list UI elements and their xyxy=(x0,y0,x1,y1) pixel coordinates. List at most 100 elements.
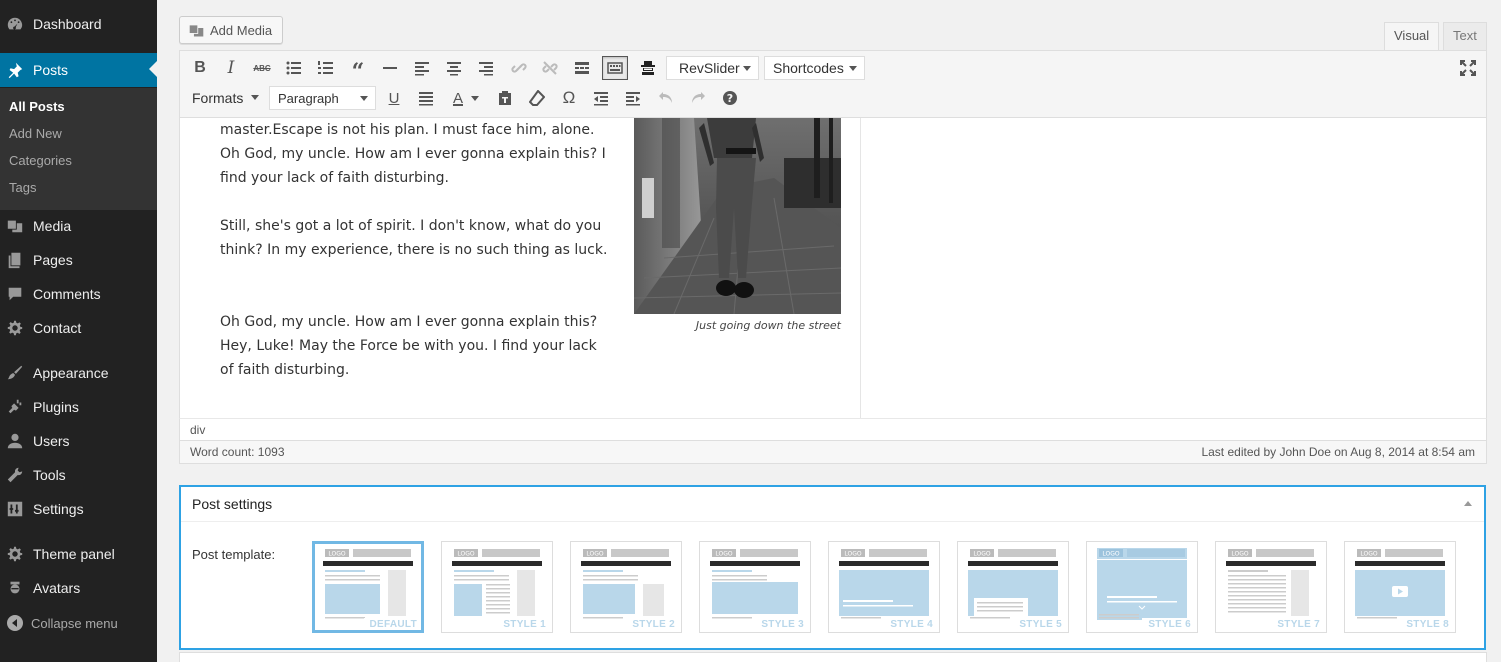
indent-icon[interactable] xyxy=(621,86,645,110)
menu-avatars[interactable]: Avatars xyxy=(0,572,157,604)
paragraph-label: Paragraph xyxy=(278,90,339,106)
submenu-tags[interactable]: Tags xyxy=(9,180,36,195)
spy-icon[interactable] xyxy=(636,56,660,80)
svg-text:LOGO: LOGO xyxy=(973,551,991,558)
revslider-dropdown[interactable]: RevSlider xyxy=(666,56,759,80)
menu-appearance[interactable]: Appearance xyxy=(0,357,157,389)
bold-icon[interactable]: B xyxy=(188,56,212,80)
menu-posts[interactable]: Posts xyxy=(0,53,157,87)
svg-text:LOGO: LOGO xyxy=(586,551,604,558)
chevron-down-icon xyxy=(360,96,368,101)
bullet-list-icon[interactable] xyxy=(282,56,306,80)
post-settings-header[interactable]: Post settings xyxy=(181,487,1484,522)
collapse-arrow-icon xyxy=(7,615,23,631)
gear-icon xyxy=(6,319,24,337)
template-thumbnail: LOGO xyxy=(710,548,800,620)
menu-pages[interactable]: Pages xyxy=(0,244,157,276)
post-template-style-3[interactable]: LOGO STYLE 3 xyxy=(699,541,811,633)
menu-media-label: Media xyxy=(33,218,72,234)
collapse-up-icon[interactable] xyxy=(1464,501,1472,506)
link-icon[interactable] xyxy=(507,56,531,80)
menu-dashboard-label: Dashboard xyxy=(33,16,102,32)
read-more-icon[interactable] xyxy=(570,56,594,80)
template-thumbnail: LOGO xyxy=(581,548,671,620)
svg-text:LOGO: LOGO xyxy=(715,551,733,558)
avatar-icon xyxy=(6,579,24,597)
numbered-list-icon[interactable] xyxy=(314,56,338,80)
menu-plugins[interactable]: Plugins xyxy=(0,391,157,423)
strikethrough-icon[interactable]: ABC xyxy=(250,56,274,80)
align-right-icon[interactable] xyxy=(474,56,498,80)
menu-media[interactable]: Media xyxy=(0,210,157,242)
formats-dropdown[interactable]: Formats xyxy=(184,86,264,110)
plug-icon xyxy=(6,398,24,416)
menu-tools[interactable]: Tools xyxy=(0,459,157,491)
text-color-icon[interactable]: A xyxy=(446,86,486,110)
post-template-style-1[interactable]: LOGO STYLE 1 xyxy=(441,541,553,633)
media-icon xyxy=(6,217,24,235)
italic-icon[interactable]: I xyxy=(219,56,243,80)
clear-formatting-icon[interactable] xyxy=(525,86,549,110)
paragraph-dropdown[interactable]: Paragraph xyxy=(269,86,376,110)
submenu-all-posts[interactable]: All Posts xyxy=(9,99,65,114)
svg-text:LOGO: LOGO xyxy=(328,551,346,558)
collapse-menu[interactable]: Collapse menu xyxy=(0,607,157,639)
post-template-style-8[interactable]: LOGO STYLE 8 xyxy=(1344,541,1456,633)
post-settings-title: Post settings xyxy=(192,496,273,512)
fullscreen-icon[interactable] xyxy=(1456,56,1480,80)
chevron-down-icon xyxy=(849,66,857,71)
submenu-categories[interactable]: Categories xyxy=(9,153,72,168)
shortcodes-dropdown[interactable]: Shortcodes xyxy=(764,56,865,80)
menu-contact[interactable]: Contact xyxy=(0,312,157,344)
post-template-default[interactable]: LOGO DEFAULT xyxy=(312,541,424,633)
justify-icon[interactable] xyxy=(414,86,438,110)
align-left-icon[interactable] xyxy=(410,56,434,80)
redo-icon[interactable] xyxy=(686,86,710,110)
menu-users-label: Users xyxy=(33,433,70,449)
pages-icon xyxy=(6,251,24,269)
user-icon xyxy=(6,432,24,450)
content-paragraph-2: Still, she's got a lot of spirit. I don'… xyxy=(220,218,608,258)
underline-icon[interactable]: U xyxy=(382,86,406,110)
menu-contact-label: Contact xyxy=(33,320,82,336)
submenu-add-new[interactable]: Add New xyxy=(9,126,62,141)
tab-text[interactable]: Text xyxy=(1443,22,1487,50)
menu-dashboard[interactable]: Dashboard xyxy=(0,8,157,40)
unlink-icon[interactable] xyxy=(538,56,562,80)
menu-avatars-label: Avatars xyxy=(33,580,81,596)
template-thumbnail: LOGO xyxy=(839,548,929,620)
blockquote-icon[interactable]: “ xyxy=(346,56,370,85)
formats-label: Formats xyxy=(192,90,244,106)
post-template-style-5[interactable]: LOGO STYLE 5 xyxy=(957,541,1069,633)
post-template-style-2[interactable]: LOGO STYLE 2 xyxy=(570,541,682,633)
post-template-style-6[interactable]: LOGO STYLE 6 xyxy=(1086,541,1198,633)
tab-visual[interactable]: Visual xyxy=(1384,22,1440,50)
posts-submenu: All Posts Add New Categories Tags xyxy=(0,88,157,210)
undo-icon[interactable] xyxy=(654,86,678,110)
add-media-button[interactable]: Add Media xyxy=(179,16,283,44)
menu-plugins-label: Plugins xyxy=(33,399,79,415)
menu-theme-panel-label: Theme panel xyxy=(33,546,115,562)
menu-settings[interactable]: Settings xyxy=(0,493,157,525)
horizontal-line-icon[interactable] xyxy=(378,56,402,80)
post-image[interactable] xyxy=(634,118,841,314)
align-center-icon[interactable] xyxy=(442,56,466,80)
svg-text:LOGO: LOGO xyxy=(1360,551,1378,558)
shortcodes-label: Shortcodes xyxy=(773,60,844,76)
menu-users[interactable]: Users xyxy=(0,425,157,457)
content-divider xyxy=(860,118,861,418)
menu-theme-panel[interactable]: Theme panel xyxy=(0,538,157,570)
element-path-label[interactable]: div xyxy=(190,423,205,437)
menu-comments[interactable]: Comments xyxy=(0,278,157,310)
template-label: STYLE 1 xyxy=(497,618,550,630)
post-template-style-7[interactable]: LOGO STYLE 7 xyxy=(1215,541,1327,633)
element-path: div xyxy=(179,418,1487,441)
svg-text:LOGO: LOGO xyxy=(457,551,475,558)
editor-content[interactable]: master.Escape is not his plan. I must fa… xyxy=(179,118,1487,418)
toolbar-toggle-icon[interactable] xyxy=(602,56,628,80)
outdent-icon[interactable] xyxy=(589,86,613,110)
help-icon[interactable]: ? xyxy=(718,86,742,110)
omega-icon[interactable]: Ω xyxy=(557,86,581,110)
post-template-style-4[interactable]: LOGO STYLE 4 xyxy=(828,541,940,633)
paste-text-icon[interactable] xyxy=(493,86,517,110)
